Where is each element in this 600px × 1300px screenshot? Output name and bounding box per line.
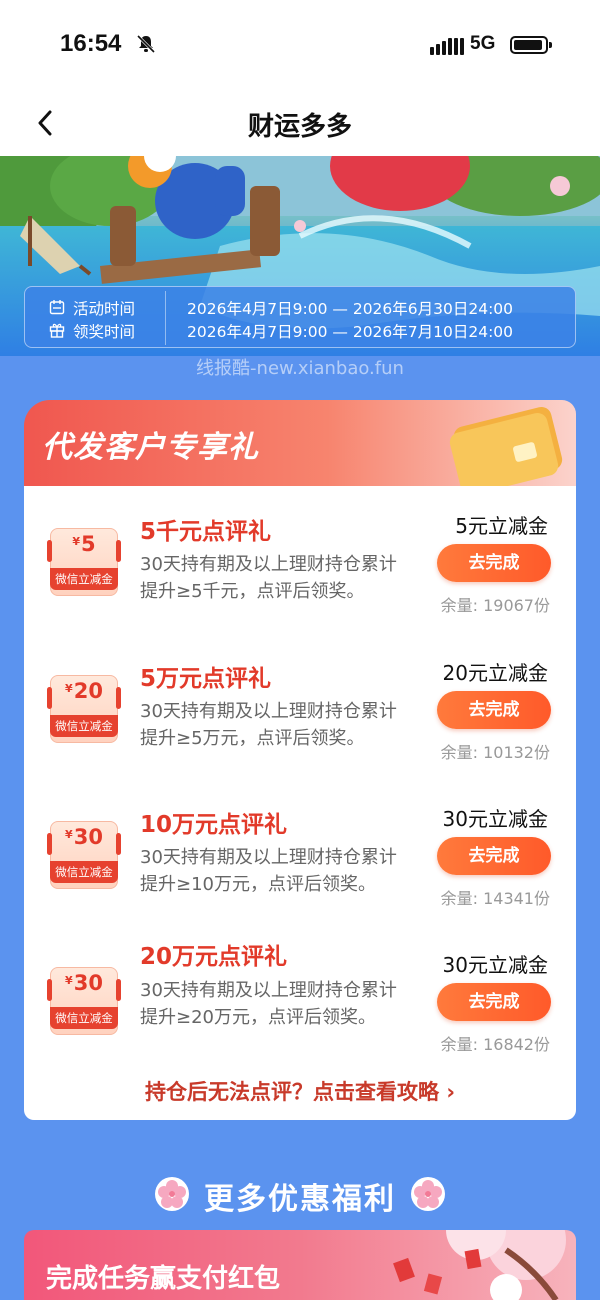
task-banner-title: 完成任务赢支付红包	[46, 1264, 281, 1294]
item-title: 20万元点评礼	[140, 944, 288, 970]
battery-icon	[510, 36, 552, 54]
gift-section-title: 代发客户专享礼	[42, 430, 259, 465]
signal-icon	[430, 36, 466, 55]
item-stock: 余量: 16842份	[440, 1035, 550, 1054]
item-description: 30天持有期及以上理财持仓累计提升≥20万元，点评后领奖。	[140, 980, 397, 1028]
activity-time-label: 活动时间	[73, 300, 136, 318]
gift-icon	[49, 323, 65, 338]
watermark: 线报酷-new.xianbao.fun	[196, 358, 404, 379]
activity-time-row: 活动时间 2026年4月7日9:00 — 2026年6月30日24:00	[25, 295, 575, 319]
claim-time-row: 领奖时间 2026年4月7日9:00 — 2026年7月10日24:00	[25, 318, 575, 342]
item-reward: 20元立减金	[442, 661, 548, 685]
clock: 16:54	[60, 30, 122, 57]
gift-item: ¥30 微信立减金 20万元点评礼 30天持有期及以上理财持仓累计提升≥20万元…	[24, 937, 576, 1077]
complete-button[interactable]: 去完成	[437, 544, 551, 582]
more-benefits-title: 更多优惠福利	[204, 1182, 396, 1217]
item-description: 30天持有期及以上理财持仓累计提升≥5万元，点评后领奖。	[140, 701, 397, 749]
mute-bell-icon	[136, 34, 156, 54]
coupon-label: 微信立减金	[50, 861, 118, 883]
coupon-label: 微信立减金	[50, 715, 118, 737]
complete-button[interactable]: 去完成	[437, 691, 551, 729]
gift-item: ¥30 微信立减金 10万元点评礼 30天持有期及以上理财持仓累计提升≥10万元…	[24, 791, 576, 931]
status-bar: 16:54 5G	[0, 0, 600, 90]
complete-button[interactable]: 去完成	[437, 837, 551, 875]
task-banner[interactable]: 完成任务赢支付红包	[24, 1230, 576, 1300]
item-reward: 30元立减金	[442, 953, 548, 977]
coupon-amount: 20	[73, 679, 103, 703]
coupon-badge: ¥30 微信立减金	[47, 967, 121, 1035]
claim-time-value: 2026年4月7日9:00 — 2026年7月10日24:00	[187, 323, 514, 341]
coupon-amount: 30	[73, 971, 103, 995]
coupon-badge: ¥5 微信立减金	[47, 528, 121, 596]
item-description: 30天持有期及以上理财持仓累计提升≥5千元，点评后领奖。	[140, 554, 397, 602]
item-title: 5千元点评礼	[140, 519, 272, 545]
gift-item: ¥5 微信立减金 5千元点评礼 30天持有期及以上理财持仓累计提升≥5千元，点评…	[24, 498, 576, 638]
item-stock: 余量: 10132份	[440, 743, 550, 762]
activity-time-box: 活动时间 2026年4月7日9:00 — 2026年6月30日24:00 领奖时…	[24, 286, 576, 348]
cherry-tree-illustration	[393, 1230, 566, 1300]
network-type: 5G	[470, 33, 496, 54]
item-title: 10万元点评礼	[140, 812, 288, 838]
item-title: 5万元点评礼	[140, 666, 272, 692]
coupon-label: 微信立减金	[50, 568, 118, 590]
item-reward: 5元立减金	[455, 514, 548, 538]
coupon-badge: ¥30 微信立减金	[47, 821, 121, 889]
coupon-amount: 30	[73, 825, 103, 849]
calendar-icon	[49, 300, 65, 315]
gift-item: ¥20 微信立减金 5万元点评礼 30天持有期及以上理财持仓累计提升≥5万元，点…	[24, 645, 576, 785]
activity-time-value: 2026年4月7日9:00 — 2026年6月30日24:00	[187, 300, 514, 318]
claim-time-label: 领奖时间	[73, 323, 136, 341]
bank-card-icon	[449, 406, 563, 486]
item-description: 30天持有期及以上理财持仓累计提升≥10万元，点评后领奖。	[140, 847, 397, 895]
complete-button[interactable]: 去完成	[437, 983, 551, 1021]
blossom-icon	[411, 1177, 445, 1211]
item-stock: 余量: 14341份	[440, 889, 550, 908]
coupon-label: 微信立减金	[50, 1007, 118, 1029]
coupon-badge: ¥20 微信立减金	[47, 675, 121, 743]
coupon-amount: 5	[81, 532, 96, 556]
strategy-guide-link[interactable]: 持仓后无法点评？点击查看攻略 ›	[0, 1076, 600, 1106]
page-title: 财运多多	[247, 112, 352, 142]
nav-bar: 财运多多	[0, 90, 600, 156]
item-reward: 30元立减金	[442, 807, 548, 831]
item-stock: 余量: 19067份	[440, 596, 550, 615]
